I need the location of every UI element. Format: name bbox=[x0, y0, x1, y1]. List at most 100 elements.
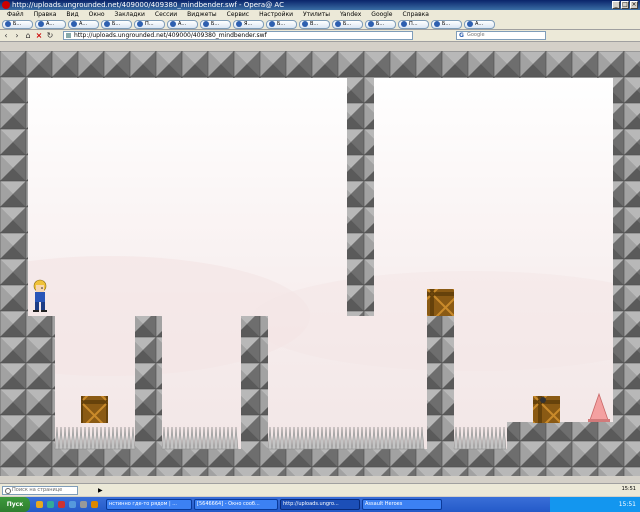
screen: http://uploads.ungrounded.net/409000/409… bbox=[0, 0, 640, 512]
quicklaunch-icon[interactable] bbox=[47, 501, 54, 508]
search-input[interactable]: Google bbox=[456, 31, 546, 40]
crate[interactable] bbox=[427, 289, 454, 316]
tab-label: Я... bbox=[244, 21, 253, 27]
browser-tab[interactable]: Б... bbox=[332, 19, 363, 29]
ceiling-wall bbox=[0, 51, 640, 78]
hanging-column bbox=[347, 78, 374, 316]
browser-tab[interactable]: П... bbox=[398, 19, 429, 29]
menu-item[interactable]: Google bbox=[366, 10, 397, 19]
menu-item[interactable]: Файл bbox=[2, 10, 29, 19]
start-button[interactable]: Пуск bbox=[0, 497, 30, 512]
tab-label: А... bbox=[178, 21, 187, 27]
browser-tab[interactable]: А... bbox=[68, 19, 99, 29]
reload-icon[interactable]: ↻ bbox=[46, 31, 54, 40]
menu-bar: Файл Правка Вид Окно Закладки Сессии Вид… bbox=[0, 10, 640, 19]
tab-label: Б... bbox=[376, 21, 385, 27]
browser-tab[interactable]: В... bbox=[299, 19, 330, 29]
browser-tab[interactable]: Б... bbox=[266, 19, 297, 29]
browser-tab[interactable]: Б... bbox=[365, 19, 396, 29]
tab-favicon-icon bbox=[335, 21, 341, 27]
tab-favicon-icon bbox=[236, 21, 242, 27]
browser-tab[interactable]: Б... bbox=[200, 19, 231, 29]
browser-tab[interactable]: Я... bbox=[233, 19, 264, 29]
tab-favicon-icon bbox=[269, 21, 275, 27]
forward-arrow-icon[interactable]: › bbox=[13, 31, 21, 40]
task-button[interactable]: Assault Heroes bbox=[362, 499, 442, 510]
tray-clock: 15:51 bbox=[618, 501, 636, 508]
tab-label: Б... bbox=[211, 21, 220, 27]
system-tray: 15:51 bbox=[550, 497, 640, 512]
tab-favicon-icon bbox=[203, 21, 209, 27]
browser-tab[interactable]: Б... bbox=[2, 19, 33, 29]
tab-favicon-icon bbox=[137, 21, 143, 27]
opera-icon bbox=[2, 1, 10, 9]
find-input[interactable]: Поиск на странице bbox=[2, 485, 78, 495]
left-wall bbox=[0, 51, 28, 476]
tab-label: Б... bbox=[13, 21, 22, 27]
exit-step bbox=[507, 422, 613, 449]
play-icon[interactable]: ▶ bbox=[98, 487, 103, 494]
menu-item[interactable]: Настройки bbox=[254, 10, 298, 19]
quicklaunch-icon[interactable] bbox=[91, 501, 98, 508]
flash-game-area[interactable] bbox=[0, 51, 640, 476]
crate[interactable] bbox=[533, 396, 560, 423]
task-list: нстинно где-то рядом | ... [5646664] - О… bbox=[106, 499, 442, 510]
stop-icon[interactable]: × bbox=[35, 31, 43, 40]
tab-label: Б... bbox=[343, 21, 352, 27]
browser-tab[interactable]: А... bbox=[35, 19, 66, 29]
menu-item[interactable]: Сессии bbox=[150, 10, 182, 19]
browser-tab[interactable]: Б... bbox=[431, 19, 462, 29]
tab-favicon-icon bbox=[434, 21, 440, 27]
task-button[interactable]: [5646664] - Окно сооб... bbox=[194, 499, 278, 510]
close-button[interactable]: × bbox=[630, 1, 638, 9]
window-title-bar: http://uploads.ungrounded.net/409000/409… bbox=[0, 0, 640, 10]
pillar-1 bbox=[135, 316, 162, 449]
tab-favicon-icon bbox=[368, 21, 374, 27]
browser-tab[interactable]: А... bbox=[464, 19, 495, 29]
floor bbox=[0, 449, 640, 476]
tab-label: В... bbox=[310, 21, 319, 27]
crate[interactable] bbox=[81, 396, 108, 423]
browser-tab[interactable]: А... bbox=[167, 19, 198, 29]
right-wall bbox=[613, 51, 640, 476]
menu-item[interactable]: Yandex bbox=[335, 10, 366, 19]
task-button-active[interactable]: http://uploads.ungro... bbox=[280, 499, 360, 510]
tab-favicon-icon bbox=[170, 21, 176, 27]
tab-favicon-icon bbox=[401, 21, 407, 27]
game-canvas[interactable] bbox=[0, 51, 640, 476]
tab-label: П... bbox=[409, 21, 418, 27]
maximize-button[interactable]: □ bbox=[621, 1, 629, 9]
tab-label: А... bbox=[46, 21, 55, 27]
menu-item[interactable]: Виджеты bbox=[182, 10, 222, 19]
taskbar: Пуск нстинно где-то рядом | ... [5646664… bbox=[0, 497, 640, 512]
menu-item[interactable]: Утилиты bbox=[298, 10, 335, 19]
menu-item[interactable]: Справка bbox=[397, 10, 433, 19]
tab-bar: Б... А... А... Б... П... А... Б... Я... Б... В...… bbox=[0, 19, 640, 30]
menu-item[interactable]: Вид bbox=[61, 10, 83, 19]
menu-item[interactable]: Сервис bbox=[222, 10, 254, 19]
minimize-button[interactable]: _ bbox=[612, 1, 620, 9]
tab-favicon-icon bbox=[104, 21, 110, 27]
pillar-3 bbox=[427, 316, 454, 449]
status-bar: Поиск на странице ▶ 15:51 bbox=[0, 483, 640, 496]
task-button[interactable]: нстинно где-то рядом | ... bbox=[106, 499, 192, 510]
quicklaunch-icon[interactable] bbox=[69, 501, 76, 508]
menu-item[interactable]: Правка bbox=[29, 10, 62, 19]
browser-tab[interactable]: Б... bbox=[101, 19, 132, 29]
quicklaunch-icon[interactable] bbox=[58, 501, 65, 508]
tab-label: Б... bbox=[277, 21, 286, 27]
menu-item[interactable]: Закладки bbox=[110, 10, 150, 19]
status-clock: 15:51 bbox=[621, 486, 636, 492]
browser-tab[interactable]: П... bbox=[134, 19, 165, 29]
back-arrow-icon[interactable]: ‹ bbox=[2, 31, 10, 40]
quicklaunch-icon[interactable] bbox=[36, 501, 43, 508]
quick-launch bbox=[36, 501, 98, 508]
window-controls: _ □ × bbox=[612, 1, 638, 9]
address-input[interactable]: http://uploads.ungrounded.net/409000/409… bbox=[63, 31, 413, 40]
menu-item[interactable]: Окно bbox=[84, 10, 110, 19]
tab-label: А... bbox=[79, 21, 88, 27]
tab-favicon-icon bbox=[5, 21, 11, 27]
quicklaunch-icon[interactable] bbox=[80, 501, 87, 508]
home-icon[interactable]: ⌂ bbox=[24, 31, 32, 40]
tab-label: П... bbox=[145, 21, 154, 27]
